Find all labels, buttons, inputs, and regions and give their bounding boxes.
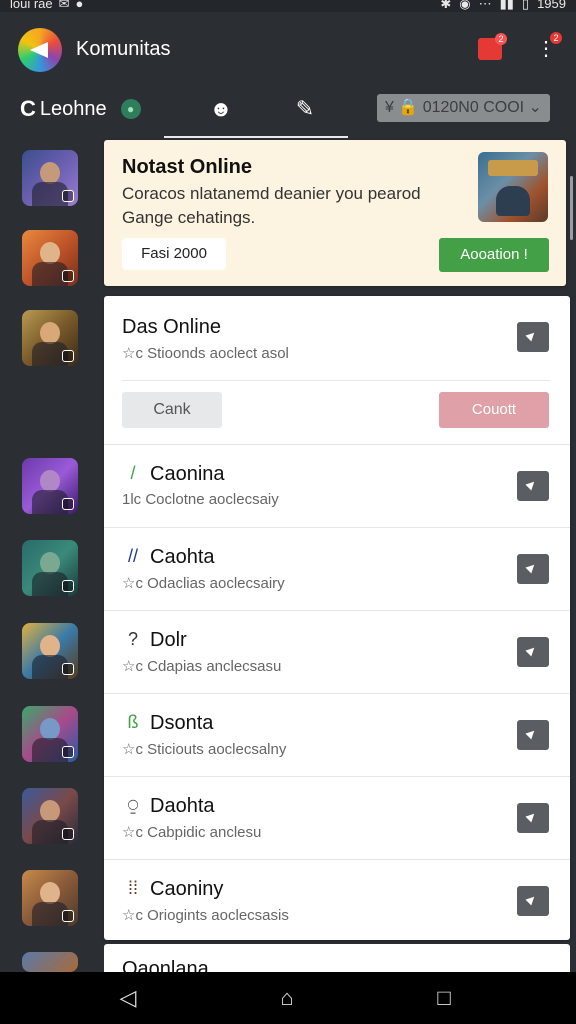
list-item-icon: ⁞⁞ — [127, 878, 138, 898]
bluetooth-icon: ✱ — [440, 0, 452, 11]
scrollbar[interactable] — [570, 176, 573, 240]
sidebar-avatar-4[interactable] — [22, 458, 78, 514]
sidebar-avatar-7[interactable] — [22, 706, 78, 762]
location-icon: ◉ — [459, 0, 471, 11]
battery-icon: ▯ — [521, 0, 530, 11]
list-item-name: Caohta — [150, 546, 215, 568]
list-item-subtitle: 1lc Coclotne aoclecsaiy — [122, 491, 279, 508]
promo-banner: Notast Online Coracos nlatanemd deanier … — [104, 140, 566, 286]
sync-icon: ● — [75, 0, 84, 11]
app-bar: Komunitas 2 ⋮ 2 C Leohne ● ☻ ✎ ¥ 🔒 0120N… — [0, 12, 576, 138]
card-action-icon[interactable] — [517, 322, 549, 352]
sidebar-avatar-1[interactable] — [22, 150, 78, 206]
sidebar-avatar-6[interactable] — [22, 623, 78, 679]
online-status-icon: ● — [120, 99, 141, 119]
card-subtitle: ☆c Stioonds aoclect asol — [122, 345, 289, 362]
list-item[interactable]: ? Dolr ☆c Cdapias anclecsasu — [104, 611, 570, 694]
sidebar-avatar-5[interactable] — [22, 540, 78, 596]
tab-home-label: Leohne — [39, 97, 107, 120]
sidebar-avatar-10[interactable] — [22, 952, 78, 972]
notification-icon: ✉ — [58, 0, 70, 11]
sidebar-avatar-8[interactable] — [22, 788, 78, 844]
status-bar: loui rae ✉ ● ✱ ◉ ⋯ ▮▮ ▯ 1959 — [0, 0, 576, 12]
search-field[interactable]: ¥ 🔒 0120N0 COOI ⌄ — [377, 94, 550, 122]
list-item-icon: ? — [127, 629, 138, 649]
friends-card: Das Online ☆c Stioonds aoclect asol Cank… — [104, 296, 570, 940]
list-item-subtitle: ☆c Cabpidic anclesu — [122, 824, 262, 841]
overflow-menu-button[interactable]: ⋮ 2 — [536, 32, 562, 62]
card-title: Das Online — [122, 316, 221, 338]
list-item-icon: // — [127, 546, 138, 566]
app-title: Komunitas — [76, 38, 171, 60]
wifi-icon: ⋯ — [478, 0, 492, 11]
list-item-name: Dsonta — [150, 712, 214, 734]
mail-button[interactable]: 2 — [478, 33, 507, 60]
card-divider — [122, 380, 550, 381]
list-item-subtitle: ☆c Sticiouts aoclecsalny — [122, 741, 287, 758]
list-item-action-icon[interactable] — [517, 554, 549, 584]
menu-badge: 2 — [550, 32, 562, 44]
banner-pill[interactable]: Fasi 2000 — [122, 238, 226, 270]
list-item-partial[interactable]: Qaonlana — [104, 944, 570, 972]
list-item-action-icon[interactable] — [517, 803, 549, 833]
list-item-action-icon[interactable] — [517, 720, 549, 750]
list-item-name: Daohta — [150, 795, 215, 817]
list-item-name: Caonina — [150, 463, 225, 485]
list-item-icon: / — [130, 463, 136, 483]
list-item-action-icon[interactable] — [517, 886, 549, 916]
home-tab-icon: C — [20, 96, 36, 121]
list-item[interactable]: ß Dsonta ☆c Sticiouts aoclecsalny — [104, 694, 570, 777]
list-item-action-icon[interactable] — [517, 637, 549, 667]
list-item-name: Caoniny — [150, 878, 224, 900]
banner-action-button[interactable]: Aooation ! — [439, 238, 549, 272]
mail-badge: 2 — [495, 33, 507, 45]
app-logo-icon[interactable] — [18, 28, 62, 72]
list-item[interactable]: ⍜ Daohta ☆c Cabpidic anclesu — [104, 777, 570, 860]
card-header: Das Online ☆c Stioonds aoclect asol Cank… — [104, 296, 570, 445]
clock: 1959 — [537, 0, 566, 11]
list-item[interactable]: ⁞⁞ Caoniny ☆c Oriogints aoclecsasis — [104, 860, 570, 940]
active-tab-indicator — [164, 136, 348, 138]
list-item-action-icon[interactable] — [517, 471, 549, 501]
banner-description: Coracos nlatanemd deanier you pearod Gan… — [122, 184, 421, 227]
sidebar-avatar-9[interactable] — [22, 870, 78, 926]
list-item-subtitle: ☆c Oriogints aoclecsasis — [122, 907, 289, 924]
tab-chat-icon[interactable]: ☻ — [206, 96, 236, 122]
list-item-icon: ⍜ — [127, 795, 139, 815]
list-item-subtitle: ☆c Cdapias anclecsasu — [122, 658, 282, 675]
status-left-text: loui rae — [10, 0, 53, 11]
confirm-button[interactable]: Couott — [439, 392, 549, 428]
list-item-name: Dolr — [150, 629, 187, 651]
list-item-name: Qaonlana — [122, 958, 209, 972]
banner-thumbnail — [478, 152, 548, 222]
list-item[interactable]: / Caonina 1lc Coclotne aoclecsaiy — [104, 445, 570, 528]
tab-feed-icon[interactable]: ✎ — [290, 96, 320, 122]
tab-home[interactable]: C Leohne ● — [20, 96, 141, 122]
home-icon[interactable]: ⌂ — [273, 986, 301, 1010]
sidebar — [0, 138, 100, 972]
list-item[interactable]: // Caohta ☆c Odaclias aoclecsairy — [104, 528, 570, 611]
list-item-icon: ß — [127, 712, 139, 732]
cancel-button[interactable]: Cank — [122, 392, 222, 428]
recents-icon[interactable]: □ — [430, 986, 458, 1010]
back-icon[interactable]: ◁ — [114, 986, 142, 1010]
banner-title: Notast Online — [122, 156, 253, 178]
signal-icon: ▮▮ — [499, 0, 514, 11]
sidebar-avatar-3[interactable] — [22, 310, 78, 366]
list-item-subtitle: ☆c Odaclias aoclecsairy — [122, 575, 285, 592]
sidebar-avatar-2[interactable] — [22, 230, 78, 286]
system-nav-bar: ◁ ⌂ □ — [0, 972, 576, 1024]
